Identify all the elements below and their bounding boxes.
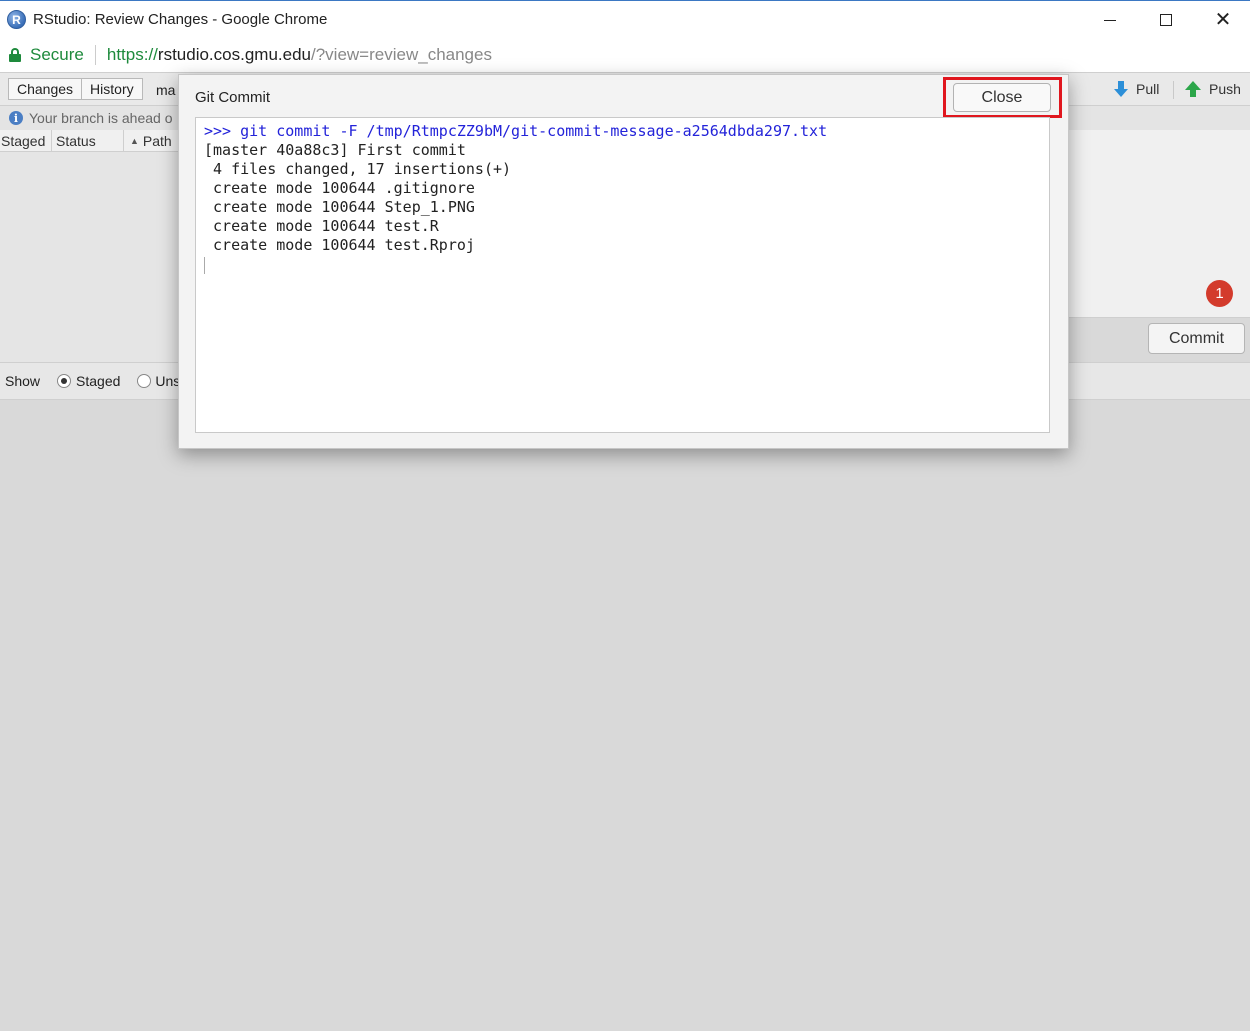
unstaged-radio[interactable] (137, 374, 152, 388)
output-line: create mode 100644 test.R (204, 217, 439, 235)
git-commit-dialog: Git Commit Close >>> git commit -F /tmp/… (178, 74, 1069, 449)
close-icon: ✕ (1214, 9, 1232, 31)
url-path: /?view=review_changes (311, 45, 492, 64)
url-scheme: https:// (106, 45, 158, 64)
show-label: Show (5, 373, 41, 389)
pull-label: Pull (1136, 81, 1160, 97)
output-line: create mode 100644 Step_1.PNG (204, 198, 475, 216)
close-window-button[interactable]: ✕ (1194, 1, 1250, 39)
info-icon: i (9, 111, 23, 125)
push-arrow-icon (1185, 81, 1201, 97)
pull-arrow-icon (1114, 81, 1128, 97)
push-button[interactable]: Push (1185, 81, 1241, 97)
lock-icon (9, 48, 21, 62)
column-header-path[interactable]: ▲ Path (124, 130, 172, 152)
toolbar-divider (1173, 81, 1174, 99)
tab-history[interactable]: History (82, 78, 143, 100)
output-line: [master 40a88c3] First commit (204, 141, 466, 159)
view-tabs: Changes History (8, 78, 143, 100)
git-command-line: >>> git commit -F /tmp/RtmpcZZ9bM/git-co… (204, 122, 828, 140)
output-line: create mode 100644 .gitignore (204, 179, 475, 197)
column-header-path-label: Path (142, 132, 172, 149)
url-host: rstudio.cos.gmu.edu (157, 45, 311, 64)
dialog-title: Git Commit (195, 89, 270, 106)
url-text[interactable]: https://rstudio.cos.gmu.edu/?view=review… (107, 45, 492, 65)
staged-radio-label: Staged (76, 373, 121, 389)
commit-button[interactable]: Commit (1148, 323, 1245, 354)
column-header-status[interactable]: Status (52, 129, 124, 152)
git-output-console[interactable]: >>> git commit -F /tmp/RtmpcZZ9bM/git-co… (195, 117, 1050, 433)
sort-ascending-icon: ▲ (130, 135, 139, 146)
output-line: 4 files changed, 17 insertions(+) (204, 160, 512, 178)
pull-button[interactable]: Pull (1114, 81, 1159, 97)
rstudio-app-icon: R (7, 10, 26, 29)
minimize-button[interactable] (1081, 1, 1139, 39)
address-separator (94, 45, 96, 65)
window-title: RStudio: Review Changes - Google Chrome (33, 11, 328, 28)
close-button[interactable]: Close (953, 83, 1051, 112)
secure-label: Secure (30, 45, 84, 64)
address-bar[interactable]: Secure https://rstudio.cos.gmu.edu/?view… (0, 38, 1250, 73)
file-table-header: Staged Status ▲ Path (0, 129, 180, 152)
window-titlebar: R RStudio: Review Changes - Google Chrom… (0, 0, 1250, 38)
output-line: create mode 100644 test.Rproj (204, 236, 475, 254)
notification-badge: 1 (1206, 280, 1233, 307)
maximize-icon (1160, 14, 1172, 26)
column-header-staged[interactable]: Staged (0, 129, 52, 152)
text-cursor (204, 257, 205, 274)
maximize-button[interactable] (1137, 1, 1195, 39)
push-label: Push (1209, 81, 1241, 97)
unstaged-radio-label: Uns (155, 373, 181, 389)
branch-status-text: Your branch is ahead o (29, 110, 173, 126)
staged-radio[interactable] (57, 374, 72, 388)
diff-area (0, 400, 1250, 1031)
minimize-icon (1104, 19, 1116, 21)
file-list (0, 152, 180, 362)
branch-label[interactable]: ma (156, 82, 175, 98)
tab-changes[interactable]: Changes (8, 78, 83, 100)
